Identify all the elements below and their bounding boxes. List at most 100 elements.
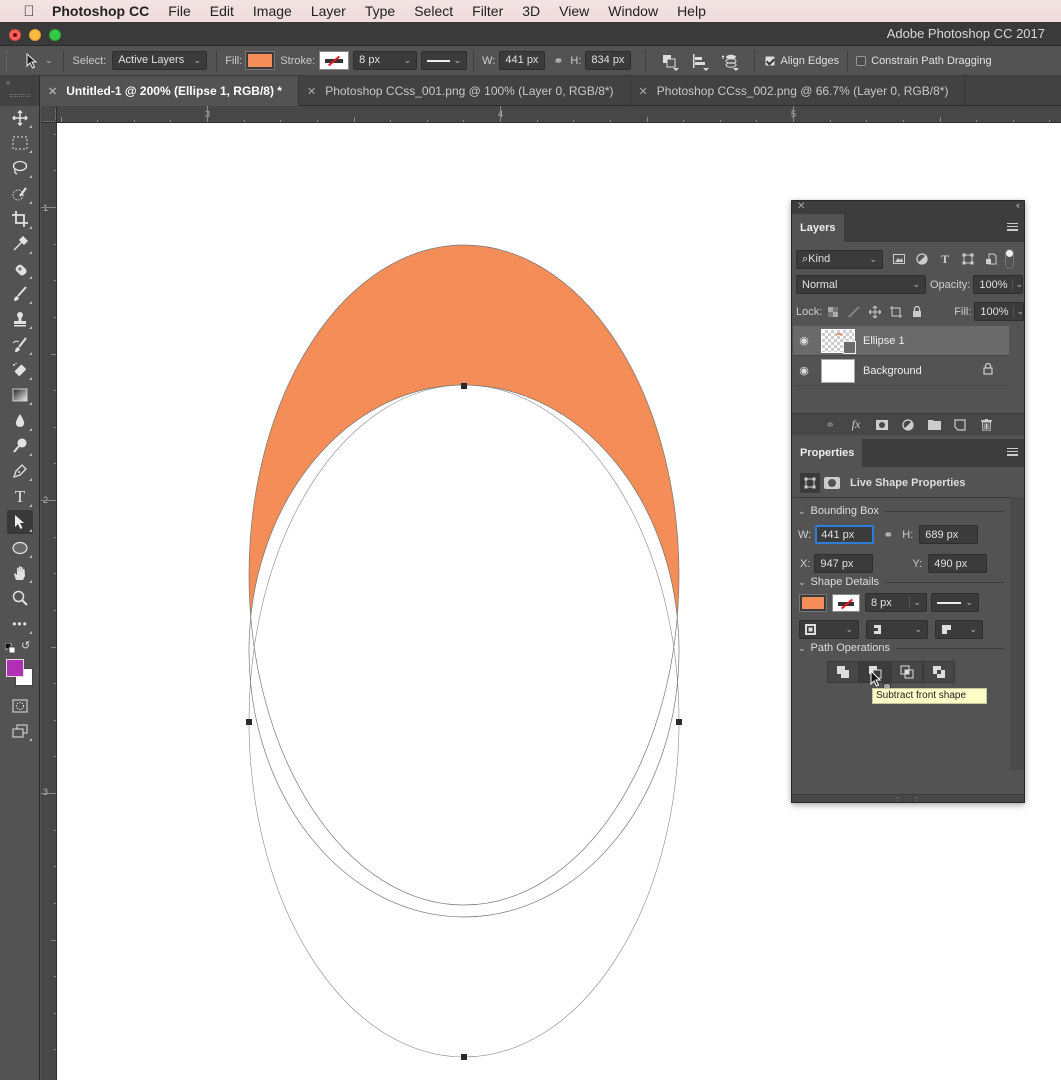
layer-thumbnail[interactable] (821, 358, 855, 383)
lock-artboard-icon[interactable] (888, 304, 904, 320)
shape-stroke-swatch[interactable] (832, 593, 860, 612)
filter-shape-layers-icon[interactable] (960, 251, 976, 267)
close-panel-icon[interactable]: ✕ (797, 201, 805, 212)
menu-select[interactable]: Select (414, 3, 453, 19)
link-dimensions-icon[interactable]: ⚭ (880, 527, 896, 543)
ruler-origin[interactable] (41, 106, 57, 123)
default-colors-icon[interactable] (5, 643, 15, 653)
shape-details-section-header[interactable]: ⌄ Shape Details (798, 576, 1004, 588)
shape-height-field[interactable]: 689 px (919, 525, 979, 544)
visibility-eye-icon[interactable]: ◉ (793, 364, 815, 377)
move-tool[interactable] (7, 106, 33, 130)
menu-filter[interactable]: Filter (472, 3, 503, 19)
more-tools-button[interactable]: ••• (7, 612, 33, 636)
shape-x-field[interactable]: 947 px (814, 554, 874, 573)
path-arrangement-button[interactable] (718, 50, 740, 72)
menu-file[interactable]: File (168, 3, 191, 19)
apple-menu-icon[interactable]:  (20, 3, 38, 20)
ellipse-tool[interactable] (7, 536, 33, 560)
link-icon[interactable]: ⚭ (550, 53, 566, 69)
new-layer-icon[interactable] (952, 417, 968, 433)
anchor-point-bottom[interactable] (461, 1054, 467, 1060)
combine-shapes-button[interactable] (827, 661, 859, 683)
swap-colors-icon[interactable]: ↺ (21, 639, 30, 652)
eyedropper-tool[interactable] (7, 232, 33, 256)
type-tool[interactable]: T (7, 485, 33, 509)
screen-mode-button[interactable] (7, 719, 33, 743)
layer-style-fx-icon[interactable]: fx (848, 417, 864, 433)
exclude-overlapping-shapes-button[interactable] (923, 661, 955, 683)
blur-tool[interactable] (7, 409, 33, 433)
stroke-caps-dropdown[interactable]: ⌄ (866, 620, 928, 639)
window-minimize-button[interactable] (29, 29, 41, 41)
lock-transparent-pixels-icon[interactable] (825, 304, 841, 320)
lock-image-pixels-icon[interactable] (846, 304, 862, 320)
menu-type[interactable]: Type (365, 3, 395, 19)
lock-all-icon[interactable] (909, 304, 925, 320)
layer-row-background[interactable]: ◉ Background (793, 356, 1009, 386)
fill-color-swatch[interactable] (245, 51, 276, 70)
tab-properties[interactable]: Properties (792, 439, 862, 467)
gradient-tool[interactable] (7, 383, 33, 407)
tab-layers[interactable]: Layers (792, 214, 844, 242)
options-bar-grip[interactable] (6, 50, 9, 71)
constrain-path-dragging-label[interactable]: Constrain Path Dragging (871, 55, 991, 67)
anchor-point-left[interactable] (246, 719, 252, 725)
properties-scrollbar[interactable] (1010, 497, 1024, 770)
window-zoom-button[interactable] (49, 29, 61, 41)
stroke-color-swatch[interactable] (319, 51, 350, 70)
close-tab-icon[interactable]: ✕ (639, 85, 648, 98)
filter-adjustment-layers-icon[interactable] (914, 251, 930, 267)
crop-tool[interactable] (7, 207, 33, 231)
panel-resize-grip[interactable] (897, 797, 917, 801)
pen-tool[interactable] (7, 459, 33, 483)
menu-layer[interactable]: Layer (311, 3, 346, 19)
tab-photoshop-ccss-001[interactable]: ✕ Photoshop CCss_001.png @ 100% (Layer 0… (299, 76, 631, 106)
tab-photoshop-ccss-002[interactable]: ✕ Photoshop CCss_002.png @ 66.7% (Layer … (631, 76, 966, 106)
ellipse-1-shape[interactable] (249, 245, 679, 917)
filter-toggle[interactable] (1005, 249, 1014, 269)
layer-thumbnail[interactable] (821, 328, 856, 354)
shape-y-field[interactable]: 490 px (928, 554, 988, 573)
filter-smart-objects-icon[interactable] (983, 251, 999, 267)
bounding-box-section-header[interactable]: ⌄ Bounding Box (798, 505, 1004, 517)
menu-app-name[interactable]: Photoshop CC (52, 3, 149, 19)
layers-panel-menu-icon[interactable] (1007, 223, 1018, 231)
filter-pixel-layers-icon[interactable] (891, 251, 907, 267)
menu-edit[interactable]: Edit (210, 3, 234, 19)
menu-3d[interactable]: 3D (522, 3, 540, 19)
tool-preset-picker[interactable] (21, 50, 43, 72)
shape-fill-swatch[interactable] (799, 593, 827, 612)
delete-layer-trash-icon[interactable] (978, 417, 994, 433)
layer-name[interactable]: Background (863, 365, 922, 377)
horizontal-ruler[interactable]: 3 4 5 (57, 106, 1061, 123)
blend-mode-dropdown[interactable]: Normal ⌄ (796, 275, 926, 294)
marquee-tool[interactable] (7, 131, 33, 155)
align-edges-label[interactable]: Align Edges (780, 55, 839, 67)
height-field[interactable]: 834 px (585, 51, 632, 70)
mask-properties-tab-button[interactable] (824, 477, 840, 489)
brush-tool[interactable] (7, 282, 33, 306)
eraser-tool[interactable] (7, 358, 33, 382)
hand-tool[interactable] (7, 561, 33, 585)
shape-stroke-type-dropdown[interactable]: ⌄ (931, 593, 979, 612)
path-operations-section-header[interactable]: ⌄ Path Operations (798, 642, 1004, 654)
width-field[interactable]: 441 px (499, 51, 546, 70)
add-mask-icon[interactable] (874, 417, 890, 433)
vertical-ruler[interactable]: 1 2 3 (41, 123, 57, 1080)
visibility-eye-icon[interactable]: ◉ (793, 334, 815, 347)
new-group-folder-icon[interactable] (926, 417, 942, 433)
properties-panel-menu-icon[interactable] (1007, 448, 1018, 456)
close-tab-icon[interactable]: ✕ (48, 85, 57, 98)
stroke-width-field[interactable]: 8 px ⌄ (353, 51, 418, 70)
menu-image[interactable]: Image (253, 3, 292, 19)
live-shape-tab-button[interactable] (800, 473, 820, 493)
anchor-point-right[interactable] (676, 719, 682, 725)
expand-panel-icon[interactable]: ›› (6, 78, 10, 87)
healing-brush-tool[interactable] (7, 257, 33, 281)
align-edges-checkbox[interactable] (765, 55, 776, 66)
shape-stroke-width-field[interactable]: 8 px ⌄ (865, 593, 927, 612)
tool-preset-chevron-icon[interactable]: ⌄ (45, 55, 53, 66)
filter-kind-dropdown[interactable]: ⌕Kind ⌄ (796, 249, 883, 269)
fill-opacity-field[interactable]: 100% ⌄ (974, 302, 1025, 321)
